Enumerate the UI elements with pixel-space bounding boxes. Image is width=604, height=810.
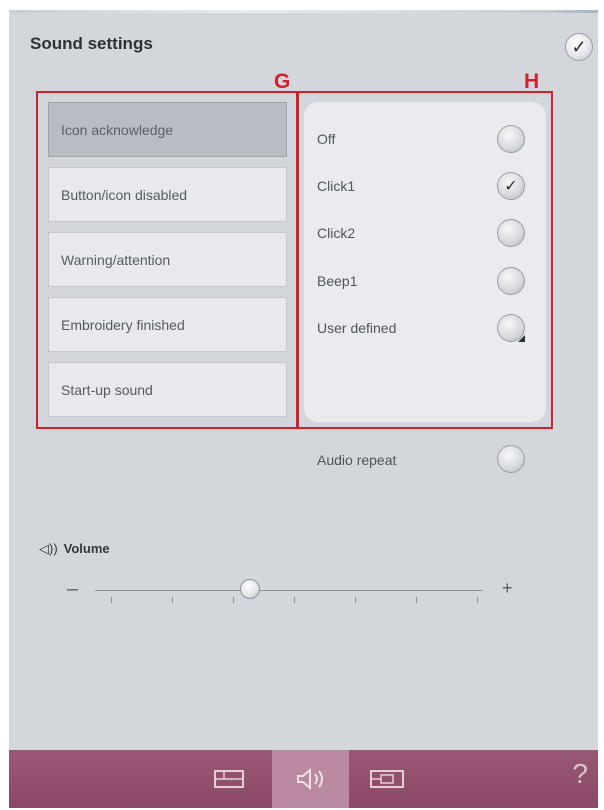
help-icon: ? [572,758,588,789]
option-user-defined-label: User defined [317,320,397,336]
option-click2-radio[interactable] [497,219,525,247]
option-user-defined-radio[interactable] [497,314,525,342]
volume-increase-button[interactable]: + [502,578,513,599]
sewing-mode-button[interactable] [204,750,254,808]
volume-slider-track[interactable] [95,590,483,591]
event-label: Start-up sound [61,381,153,398]
checkmark-icon: ✓ [571,36,587,57]
volume-tick [172,597,173,603]
option-click2-label: Click2 [317,225,356,241]
audio-repeat-label: Audio repeat [317,452,397,468]
event-label: Icon acknowledge [61,121,174,138]
option-off-label: Off [317,131,336,147]
embroidery-mode-icon [369,770,404,788]
confirm-button[interactable]: ✓ [565,33,593,61]
event-start-up-sound[interactable]: Start-up sound [48,362,287,417]
volume-tick [416,597,417,603]
option-click1-label: Click1 [317,178,356,194]
sound-settings-screen: Sound settings ✓ G H I Icon acknowledge … [9,10,598,808]
volume-tick [294,597,295,603]
page-title: Sound settings [30,34,153,53]
sound-settings-tab[interactable] [272,750,349,808]
event-label: Button/icon disabled [61,186,188,203]
event-icon-acknowledge[interactable]: Icon acknowledge [48,102,287,157]
sewing-mode-icon [214,770,244,788]
event-warning-attention[interactable]: Warning/attention [48,232,287,287]
speaker-icon: ◁)) [39,541,58,556]
volume-tick [477,597,478,603]
volume-label: ◁)) Volume [39,541,110,557]
option-off-radio[interactable] [497,125,525,153]
volume-tick [233,597,234,603]
volume-tick [111,597,112,603]
top-edge [9,10,598,13]
event-label: Warning/attention [61,251,171,268]
event-label: Embroidery finished [61,316,185,333]
help-button[interactable]: ? [572,758,588,790]
event-embroidery-finished[interactable]: Embroidery finished [48,297,287,352]
audio-repeat-radio[interactable] [497,445,525,473]
option-beep1-label: Beep1 [317,273,358,289]
volume-label-text: Volume [63,541,110,556]
volume-tick [355,597,356,603]
event-button-icon-disabled[interactable]: Button/icon disabled [48,167,287,222]
option-click1-radio[interactable]: ✓ [497,172,525,200]
checkmark-icon: ✓ [504,178,518,195]
volume-decrease-button[interactable]: – [67,578,78,601]
option-beep1-radio[interactable] [497,267,525,295]
submenu-corner-icon [518,335,525,342]
embroidery-mode-button[interactable] [359,750,414,808]
bottom-bar: ? [9,750,598,808]
sound-icon [296,767,323,791]
volume-slider-thumb[interactable] [240,579,261,599]
